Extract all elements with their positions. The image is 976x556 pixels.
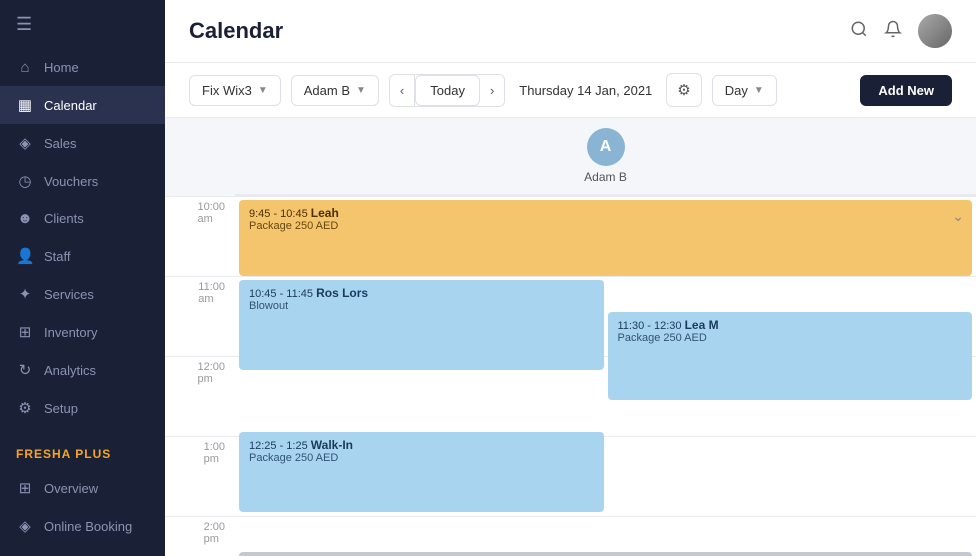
next-date-button[interactable]: › <box>480 75 504 106</box>
view-dropdown[interactable]: Day ▼ <box>712 75 777 106</box>
sidebar-item-label: Online Booking <box>44 519 132 534</box>
event-sub-ros: Blowout <box>249 300 594 312</box>
sidebar-item-label: Analytics <box>44 363 96 378</box>
time-slot-10: 10:00am <box>165 196 235 276</box>
staff-dropdown[interactable]: Adam B ▼ <box>291 75 379 106</box>
sidebar-item-overview[interactable]: ⊞ Overview <box>0 469 165 507</box>
time-slot-1pm: 1:00pm <box>165 436 235 516</box>
sidebar-item-staff[interactable]: 👤 Staff <box>0 237 165 275</box>
staff-label: Adam B <box>304 83 350 98</box>
sidebar-item-label: Staff <box>44 249 71 264</box>
date-label: Thursday 14 Jan, 2021 <box>515 83 656 98</box>
sidebar-item-clients[interactable]: ☻ Clients <box>0 200 165 237</box>
event-ros-lors[interactable]: 10:45 - 11:45 Ros Lors Blowout <box>239 280 604 370</box>
staff-column-header: A Adam B <box>235 118 976 195</box>
sidebar-item-marketing[interactable]: ◂ Marketing <box>0 545 165 556</box>
sidebar-item-calendar[interactable]: ▦ Calendar <box>0 86 165 124</box>
page-title: Calendar <box>189 18 283 44</box>
settings-button[interactable]: ⚙ <box>666 73 701 107</box>
view-label: Day <box>725 83 748 98</box>
sidebar-item-online-booking[interactable]: ◈ Online Booking <box>0 507 165 545</box>
expand-icon[interactable]: ⌄ <box>952 208 964 225</box>
time-slot-2pm: 2:00pm <box>165 516 235 556</box>
time-column: 10:00am 11:00am 12:00pm 1:00pm 2:00pm 3:… <box>165 196 235 556</box>
analytics-icon: ↻ <box>16 361 34 379</box>
sidebar-item-sales[interactable]: ◈ Sales <box>0 124 165 162</box>
date-nav-pair: ‹ Today › <box>389 74 505 107</box>
event-blocked-time[interactable]: 1:45 - 2:50 Blocked Time lunch <box>239 552 972 556</box>
bell-icon[interactable] <box>884 20 902 43</box>
search-icon[interactable] <box>850 20 868 43</box>
sidebar-item-label: Home <box>44 60 79 75</box>
sidebar-item-label: Vouchers <box>44 174 98 189</box>
inventory-icon: ⊞ <box>16 323 34 341</box>
timeline: 10:00am 11:00am 12:00pm 1:00pm 2:00pm 3:… <box>165 196 976 556</box>
main-content: Calendar Fix Wix3 ▼ Adam B ▼ ‹ Today › <box>165 0 976 556</box>
event-time-ros: 10:45 - 11:45 Ros Lors <box>249 286 594 300</box>
sidebar-item-label: Calendar <box>44 98 97 113</box>
vouchers-icon: ◷ <box>16 172 34 190</box>
hamburger-icon[interactable]: ☰ <box>16 14 32 35</box>
time-slot-11: 11:00am <box>165 276 235 356</box>
sidebar-item-label: Services <box>44 287 94 302</box>
sidebar-brand: FRESHA PLUS <box>0 439 165 469</box>
sidebar-item-home[interactable]: ⌂ Home <box>0 49 165 86</box>
event-sub-walkin: Package 250 AED <box>249 452 594 464</box>
sidebar-item-label: Inventory <box>44 325 97 340</box>
staff-name: Adam B <box>584 170 627 184</box>
overview-icon: ⊞ <box>16 479 34 497</box>
top-bar: Calendar <box>165 0 976 63</box>
user-avatar[interactable] <box>918 14 952 48</box>
staff-icon: 👤 <box>16 247 34 265</box>
sidebar-item-services[interactable]: ✦ Services <box>0 275 165 313</box>
event-time-walkin: 12:25 - 1:25 Walk-In <box>249 438 594 452</box>
prev-date-button[interactable]: ‹ <box>390 75 415 106</box>
top-bar-actions <box>850 14 952 48</box>
sidebar-item-label: Setup <box>44 401 78 416</box>
staff-avatar-container: A Adam B <box>584 128 627 184</box>
sales-icon: ◈ <box>16 134 34 152</box>
sidebar-item-vouchers[interactable]: ◷ Vouchers <box>0 162 165 200</box>
event-sub-lea: Package 250 AED <box>618 332 963 344</box>
chevron-down-icon: ▼ <box>356 85 366 96</box>
sidebar-item-label: Overview <box>44 481 98 496</box>
location-label: Fix Wix3 <box>202 83 252 98</box>
chevron-down-icon: ▼ <box>258 85 268 96</box>
event-time-lea: 11:30 - 12:30 Lea M <box>618 318 963 332</box>
event-sub-leah: Package 250 AED <box>249 220 962 232</box>
staff-header-row: A Adam B <box>235 118 976 196</box>
sidebar-item-label: Sales <box>44 136 77 151</box>
sidebar-item-setup[interactable]: ⚙ Setup <box>0 389 165 427</box>
event-walk-in[interactable]: 12:25 - 1:25 Walk-In Package 250 AED <box>239 432 604 512</box>
sidebar-header: ☰ <box>0 0 165 49</box>
today-button[interactable]: Today <box>415 75 480 106</box>
event-leah[interactable]: 9:45 - 10:45 Leah Package 250 AED ⌄ <box>239 200 972 276</box>
time-slot-12: 12:00pm <box>165 356 235 436</box>
sidebar-item-analytics[interactable]: ↻ Analytics <box>0 351 165 389</box>
add-new-button[interactable]: Add New <box>860 75 952 106</box>
event-lea-m[interactable]: 11:30 - 12:30 Lea M Package 250 AED <box>608 312 973 400</box>
services-icon: ✦ <box>16 285 34 303</box>
staff-avatar: A <box>587 128 625 166</box>
setup-icon: ⚙ <box>16 399 34 417</box>
calendar-body: A Adam B 10:00am 11:00am 12:00pm 1:00pm … <box>165 118 976 556</box>
sidebar-item-inventory[interactable]: ⊞ Inventory <box>0 313 165 351</box>
sidebar-nav: ⌂ Home ▦ Calendar ◈ Sales ◷ Vouchers ☻ C… <box>0 49 165 427</box>
sidebar: ☰ ⌂ Home ▦ Calendar ◈ Sales ◷ Vouchers ☻… <box>0 0 165 556</box>
sidebar-plus-section: ⊞ Overview ◈ Online Booking ◂ Marketing … <box>0 469 165 556</box>
location-dropdown[interactable]: Fix Wix3 ▼ <box>189 75 281 106</box>
sidebar-item-label: Clients <box>44 211 84 226</box>
events-column: 9:45 - 10:45 Leah Package 250 AED ⌄ 10:4… <box>235 196 976 556</box>
clients-icon: ☻ <box>16 210 34 227</box>
calendar-icon: ▦ <box>16 96 34 114</box>
home-icon: ⌂ <box>16 59 34 76</box>
chevron-down-icon: ▼ <box>754 85 764 96</box>
calendar-toolbar: Fix Wix3 ▼ Adam B ▼ ‹ Today › Thursday 1… <box>165 63 976 118</box>
hour-line <box>235 516 976 556</box>
event-time-leah: 9:45 - 10:45 Leah <box>249 206 962 220</box>
online-booking-icon: ◈ <box>16 517 34 535</box>
